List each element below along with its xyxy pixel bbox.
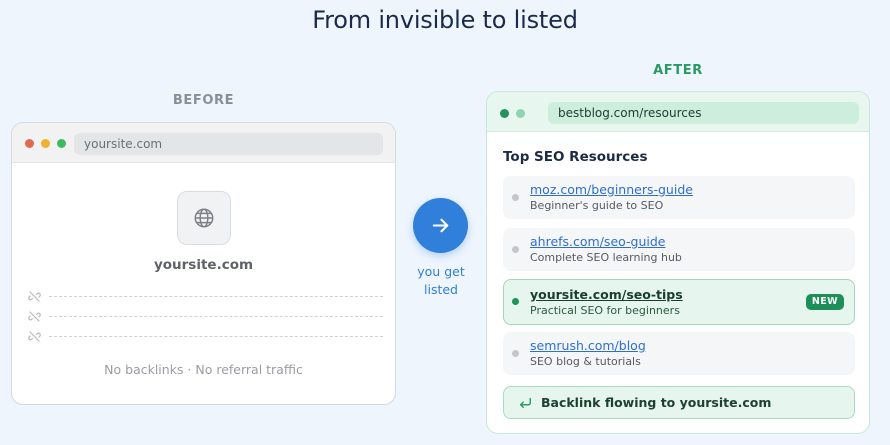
after-label: AFTER [653, 63, 703, 78]
resource-link[interactable]: semrush.com/blog [530, 338, 646, 353]
arrow-right-icon [432, 218, 449, 233]
close-window-dot [25, 139, 34, 148]
bullet-dot [512, 246, 519, 253]
before-status-note: No backlinks · No referral traffic [104, 362, 303, 377]
window-dot [500, 109, 509, 118]
resource-description: SEO blog & tutorials [530, 355, 641, 368]
maximize-window-dot [57, 139, 66, 148]
bullet-dot [512, 298, 519, 305]
before-browser-window: yoursite.com yoursite.com No backlinks ·… [11, 122, 396, 405]
resource-link[interactable]: moz.com/beginners-guide [530, 182, 693, 197]
broken-link-icon [28, 291, 41, 302]
after-address-bar: bestblog.com/resources [548, 102, 859, 124]
broken-link-icon [28, 331, 41, 342]
resource-item: moz.com/beginners-guide Beginner's guide… [503, 176, 855, 219]
after-browser-window: bestblog.com/resources Top SEO Resources… [486, 91, 870, 434]
resource-description: Practical SEO for beginners [530, 304, 680, 317]
globe-icon [194, 208, 214, 228]
after-browser-toolbar: bestblog.com/resources [487, 92, 869, 132]
empty-backlink-row [28, 310, 383, 324]
broken-link-icon [28, 311, 41, 322]
minimize-window-dot [41, 139, 50, 148]
before-browser-toolbar: yoursite.com [12, 123, 395, 163]
site-icon-tile [177, 191, 231, 245]
resource-item-highlighted: yoursite.com/seo-tips Practical SEO for … [503, 279, 855, 325]
resource-link[interactable]: ahrefs.com/seo-guide [530, 234, 665, 249]
before-address-bar: yoursite.com [74, 133, 383, 155]
transition-caption: you get listed [417, 264, 465, 297]
backlink-text: Backlink flowing to yoursite.com [541, 395, 772, 410]
new-badge: NEW [805, 294, 844, 310]
resource-description: Complete SEO learning hub [530, 251, 682, 264]
bullet-dot [512, 194, 519, 201]
resource-item: semrush.com/blog SEO blog & tutorials [503, 332, 855, 375]
transition-arrow-button [413, 198, 468, 253]
empty-backlink-row [28, 290, 383, 304]
bullet-dot [512, 350, 519, 357]
resource-item: ahrefs.com/seo-guide Complete SEO learni… [503, 228, 855, 271]
return-arrow-icon [519, 397, 531, 409]
empty-backlink-row [28, 330, 383, 344]
resource-description: Beginner's guide to SEO [530, 199, 664, 212]
resources-heading: Top SEO Resources [503, 149, 648, 165]
backlink-banner: Backlink flowing to yoursite.com [503, 386, 855, 419]
before-label: BEFORE [172, 93, 235, 108]
page-title: From invisible to listed [312, 6, 578, 34]
window-dot [516, 109, 525, 118]
resource-link-yoursite[interactable]: yoursite.com/seo-tips [530, 287, 683, 302]
before-site-name: yoursite.com [153, 257, 254, 273]
